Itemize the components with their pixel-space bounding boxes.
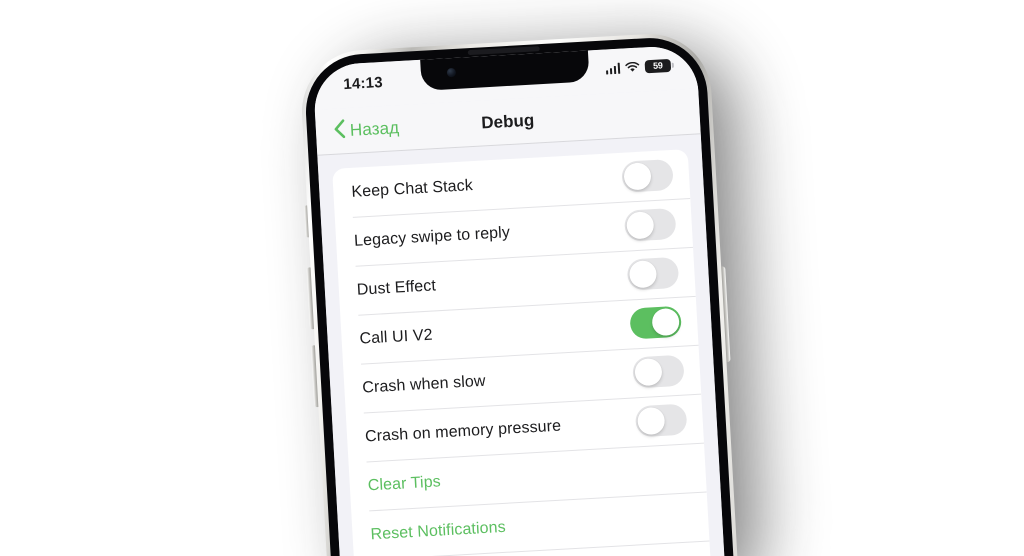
- toggle-knob: [628, 260, 658, 289]
- row-label: Call UI V2: [359, 326, 434, 348]
- toggle-knob: [636, 406, 666, 436]
- row-label: Dust Effect: [356, 276, 437, 299]
- toggle-call-ui-v2[interactable]: [629, 305, 683, 340]
- toggle-legacy-swipe-to-reply[interactable]: [623, 207, 677, 242]
- toggle-knob: [623, 162, 652, 191]
- row-label: Legacy swipe to reply: [353, 223, 511, 250]
- wifi-icon: [625, 61, 641, 74]
- status-bar-time: 14:13: [342, 73, 384, 94]
- action-reset-notifications: Reset Notifications: [370, 518, 507, 543]
- battery-tip: [671, 62, 674, 68]
- settings-list: Keep Chat Stack Legacy swipe to reply Du…: [317, 134, 728, 556]
- toggle-knob: [634, 357, 663, 387]
- settings-card: Keep Chat Stack Legacy swipe to reply Du…: [332, 149, 713, 556]
- toggle-keep-chat-stack[interactable]: [621, 158, 674, 193]
- screenshot-canvas: 14:13 59 Назад Debug Keep Chat Stack Leg…: [0, 0, 1024, 556]
- cellular-signal-icon: [605, 62, 621, 75]
- back-button[interactable]: Назад: [333, 116, 400, 144]
- row-label: Keep Chat Stack: [350, 176, 474, 201]
- action-clear-tips: Clear Tips: [367, 472, 442, 494]
- row-label: Crash when slow: [361, 372, 486, 397]
- front-camera-icon: [446, 67, 457, 78]
- toggle-dust-effect[interactable]: [626, 256, 680, 291]
- status-bar-indicators: 59: [605, 58, 674, 76]
- battery-icon: 59: [644, 58, 674, 74]
- toggle-knob: [651, 307, 680, 337]
- device-screen: 14:13 59 Назад Debug Keep Chat Stack Leg…: [312, 44, 728, 556]
- row-label: Crash on memory pressure: [364, 417, 562, 446]
- back-button-label: Назад: [349, 117, 400, 140]
- toggle-crash-on-memory-pressure[interactable]: [634, 403, 688, 438]
- chevron-left-icon: [333, 118, 346, 144]
- iphone-device: 14:13 59 Назад Debug Keep Chat Stack Leg…: [298, 30, 742, 556]
- toggle-knob: [626, 211, 655, 240]
- battery-percent-label: 59: [652, 60, 663, 71]
- toggle-crash-when-slow[interactable]: [632, 354, 685, 389]
